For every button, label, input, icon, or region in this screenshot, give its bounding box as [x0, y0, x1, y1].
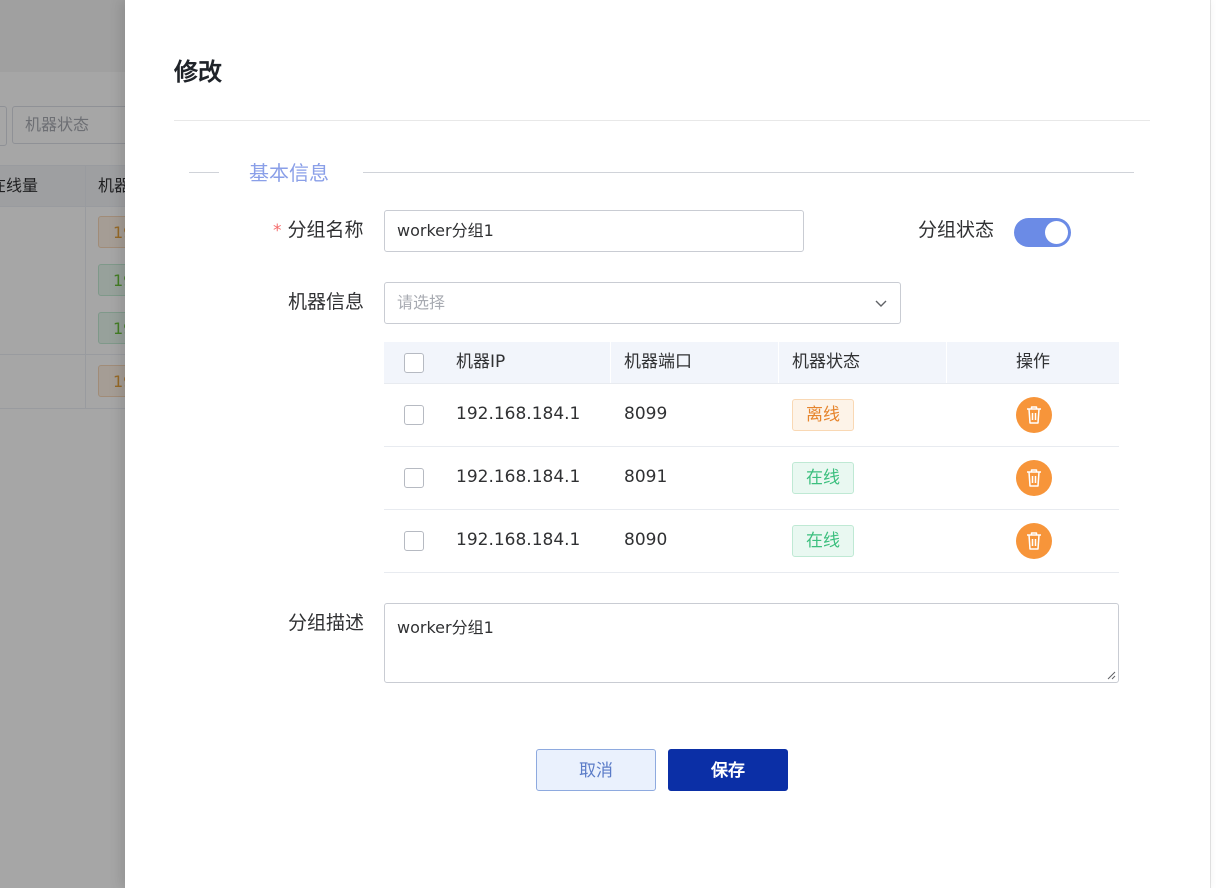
group-desc-value: worker分组1 [397, 618, 494, 637]
machine-table-header: 机器IP 机器端口 机器状态 操作 [384, 342, 1119, 384]
cancel-button[interactable]: 取消 [536, 749, 656, 791]
row-checkbox[interactable] [404, 531, 424, 551]
group-status-label: 分组状态 [918, 219, 995, 241]
resize-handle-icon[interactable] [1106, 670, 1116, 680]
section-divider-right [363, 172, 1134, 173]
status-badge-offline: 离线 [792, 399, 854, 431]
delete-button[interactable] [1016, 523, 1052, 559]
table-row: 192.168.184.1 8099 离线 [384, 384, 1119, 447]
title-divider [174, 120, 1150, 121]
header-action: 操作 [1016, 352, 1050, 372]
group-name-input[interactable]: worker分组1 [384, 210, 804, 252]
row-port: 8090 [624, 530, 668, 550]
header-separator [610, 342, 611, 383]
row-ip: 192.168.184.1 [456, 404, 581, 424]
machine-select-placeholder: 请选择 [397, 293, 446, 312]
row-port: 8091 [624, 467, 668, 487]
group-name-label-text: 分组名称 [287, 219, 364, 241]
window-edge [1210, 0, 1216, 888]
row-port: 8099 [624, 404, 668, 424]
drawer-title: 修改 [174, 58, 222, 86]
header-machine-ip: 机器IP [456, 352, 506, 372]
machine-table: 机器IP 机器端口 机器状态 操作 192.168.184.1 8099 离线 … [384, 342, 1119, 573]
section-title: 基本信息 [249, 161, 329, 185]
trash-icon [1027, 406, 1041, 424]
machine-select[interactable]: 请选择 [384, 282, 901, 324]
group-desc-label: 分组描述 [288, 612, 365, 634]
table-row: 192.168.184.1 8090 在线 [384, 510, 1119, 573]
section-divider-left [189, 172, 219, 173]
row-ip: 192.168.184.1 [456, 530, 581, 550]
delete-button[interactable] [1016, 460, 1052, 496]
group-name-label: * 分组名称 [273, 215, 364, 246]
group-desc-textarea[interactable]: worker分组1 [384, 603, 1119, 683]
save-button[interactable]: 保存 [668, 749, 788, 791]
edit-drawer: 修改 基本信息 * 分组名称 worker分组1 分组状态 机器信息 请选择 机器… [125, 0, 1210, 888]
machine-info-label: 机器信息 [288, 291, 365, 313]
header-separator [946, 342, 947, 383]
switch-knob [1045, 221, 1068, 244]
row-checkbox[interactable] [404, 468, 424, 488]
group-status-switch[interactable] [1014, 218, 1071, 247]
header-separator [778, 342, 779, 383]
header-machine-status: 机器状态 [792, 352, 860, 372]
table-row: 192.168.184.1 8091 在线 [384, 447, 1119, 510]
row-checkbox[interactable] [404, 405, 424, 425]
trash-icon [1027, 469, 1041, 487]
select-all-checkbox[interactable] [404, 353, 424, 373]
row-ip: 192.168.184.1 [456, 467, 581, 487]
required-mark: * [273, 221, 282, 241]
header-machine-port: 机器端口 [624, 352, 692, 372]
delete-button[interactable] [1016, 397, 1052, 433]
status-badge-online: 在线 [792, 525, 854, 557]
trash-icon [1027, 532, 1041, 550]
status-badge-online: 在线 [792, 462, 854, 494]
chevron-down-icon [875, 300, 887, 307]
